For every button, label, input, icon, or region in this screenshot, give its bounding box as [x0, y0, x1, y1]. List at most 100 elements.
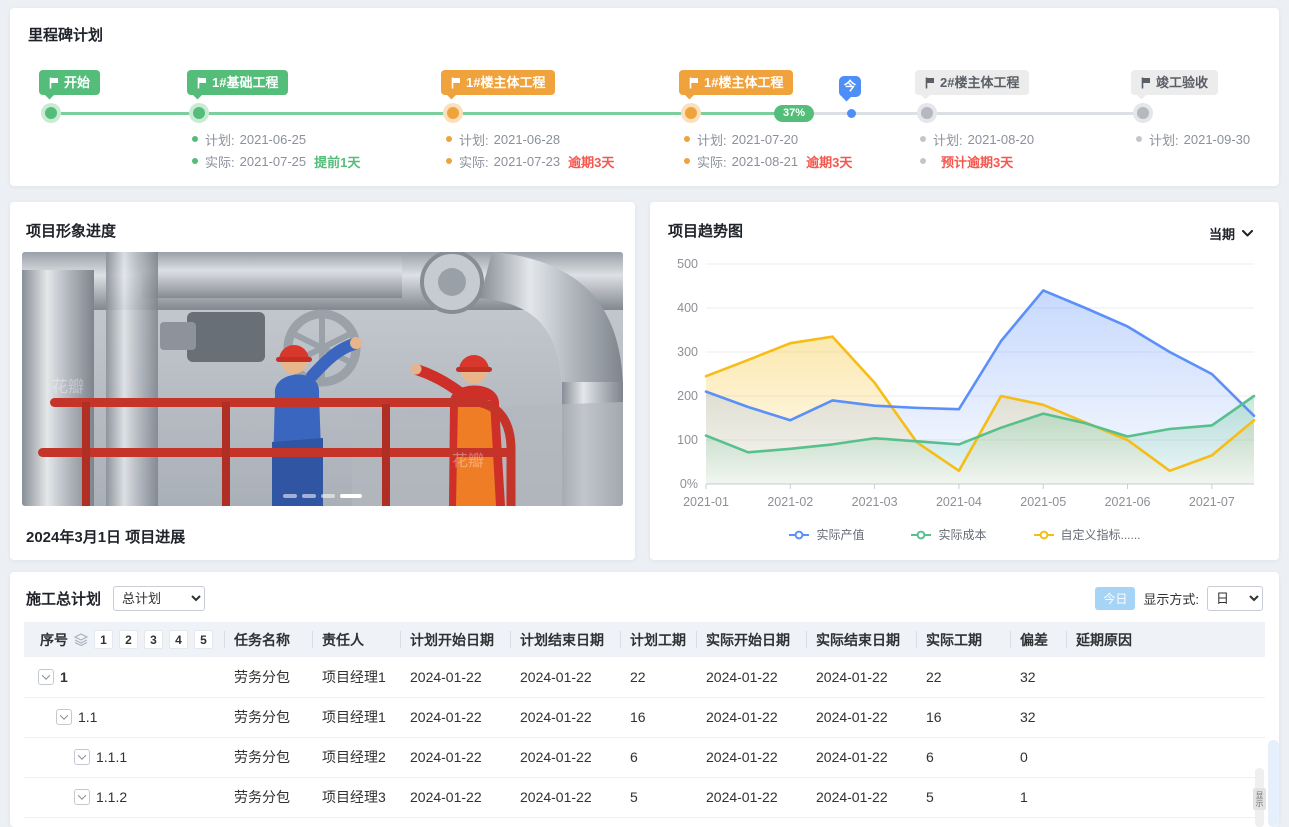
date-status: 逾期3天 [568, 152, 614, 171]
milestone-node-5[interactable] [917, 103, 937, 123]
today-badge: 今 [839, 76, 861, 97]
column-header-label: 计划开始日期 [410, 632, 494, 648]
delay-reason [1066, 697, 1265, 737]
milestone-node-6[interactable] [1133, 103, 1153, 123]
legend-label: 实际成本 [938, 526, 986, 543]
carousel-dots [22, 494, 623, 498]
date-value: 2021-07-20 [732, 132, 799, 147]
expand-toggle-icon[interactable] [38, 669, 54, 685]
date-value: 2021-09-30 [1184, 132, 1251, 147]
carousel-dot-4[interactable] [340, 494, 362, 498]
column-header-label: 延期原因 [1076, 632, 1132, 648]
milestone-node-2[interactable] [189, 103, 209, 123]
expand-toggle-icon[interactable] [74, 789, 90, 805]
carousel-dot-1[interactable] [283, 494, 297, 498]
level-button-4[interactable]: 4 [169, 630, 188, 649]
today-button[interactable]: 今日 [1095, 587, 1135, 610]
date-bullet-icon [920, 158, 926, 164]
actual-end: 2024-01-22 [806, 697, 916, 737]
progress-photo-illustration: 花瓣 花瓣 [22, 252, 623, 506]
legend-marker-icon [910, 530, 932, 540]
milestone-date-row: 计划:2021-07-20 [684, 128, 852, 150]
trend-chart-svg: 5004003002001000%2021-012021-022021-0320… [664, 250, 1264, 518]
milestone-date-row: 计划:2021-06-28 [446, 128, 614, 150]
legend-marker-icon [788, 530, 810, 540]
task-id: 1.1.2 [96, 789, 127, 805]
milestone-date-row: 实际:2021-07-23逾期3天 [446, 150, 614, 172]
level-button-2[interactable]: 2 [119, 630, 138, 649]
milestone-flag-5[interactable]: 2#楼主体工程 [915, 70, 1029, 95]
milestone-node-4[interactable] [681, 103, 701, 123]
date-bullet-icon [920, 136, 926, 142]
watermark-text: 花瓣 [52, 378, 84, 396]
date-bullet-icon [446, 136, 452, 142]
milestone-flag-4[interactable]: 1#楼主体工程 [679, 70, 793, 95]
carousel-dot-3[interactable] [321, 494, 335, 498]
side-vertical-tag[interactable]: 显示 [1253, 788, 1266, 810]
schedule-title: 施工总计划 [26, 588, 101, 609]
plan-start: 2024-01-22 [400, 737, 510, 777]
today-dot [847, 109, 856, 118]
milestone-node-core [921, 107, 933, 119]
level-button-3[interactable]: 3 [144, 630, 163, 649]
owner: 项目经理1 [312, 657, 400, 697]
date-label: 计划: [205, 130, 235, 149]
milestone-flag-6[interactable]: 竣工验收 [1131, 70, 1218, 95]
period-value: 当期 [1209, 224, 1235, 243]
photo-card-title: 项目形象进度 [26, 220, 116, 241]
level-button-5[interactable]: 5 [194, 630, 213, 649]
milestone-flag-3[interactable]: 1#楼主体工程 [441, 70, 555, 95]
milestone-node-core [193, 107, 205, 119]
legend-item-2[interactable]: 实际成本 [910, 526, 986, 543]
task-id: 1 [60, 669, 68, 685]
column-header-8: 实际结束日期 [806, 622, 916, 657]
y-axis-tick: 400 [677, 301, 698, 315]
flag-icon [1141, 77, 1151, 89]
legend-item-1[interactable]: 实际产值 [788, 526, 864, 543]
expand-toggle-icon[interactable] [74, 749, 90, 765]
level-button-1[interactable]: 1 [94, 630, 113, 649]
chevron-down-icon [78, 751, 86, 759]
plan-end: 2024-01-22 [510, 697, 620, 737]
milestone-node-1[interactable] [41, 103, 61, 123]
milestone-flag-1[interactable]: 开始 [39, 70, 100, 95]
actual-days: 22 [916, 657, 1010, 697]
column-header-10: 偏差 [1010, 622, 1066, 657]
date-label: 计划: [1149, 130, 1179, 149]
progress-photo[interactable]: 花瓣 花瓣 [22, 252, 623, 506]
timeline-segment-todo [793, 112, 1143, 115]
milestone-node-core [685, 107, 697, 119]
display-mode-select[interactable]: 日 [1207, 586, 1263, 611]
task-name: 劳务分包 [224, 697, 312, 737]
date-status: 逾期3天 [806, 152, 852, 171]
actual-start: 2024-01-22 [696, 777, 806, 817]
expand-toggle-icon[interactable] [56, 709, 72, 725]
task-id: 1.1.1 [96, 749, 127, 765]
date-value: 2021-08-21 [732, 154, 799, 169]
deviation: 32 [1010, 697, 1066, 737]
date-bullet-icon [192, 136, 198, 142]
y-axis-tick: 100 [677, 433, 698, 447]
page-scrollbar[interactable] [1268, 740, 1279, 827]
flag-icon [689, 77, 699, 89]
flag-icon [451, 77, 461, 89]
display-mode-label: 显示方式: [1143, 589, 1199, 608]
carousel-dot-2[interactable] [302, 494, 316, 498]
plan-type-select[interactable]: 总计划 [113, 586, 205, 611]
seq-cell: 1 [34, 669, 216, 685]
milestone-flag-2[interactable]: 1#基础工程 [187, 70, 288, 95]
flag-icon [925, 77, 935, 89]
milestone-dates: 计划:2021-07-20实际:2021-08-21逾期3天 [684, 128, 852, 172]
legend-item-3[interactable]: 自定义指标...... [1033, 526, 1141, 543]
owner: 项目经理2 [312, 737, 400, 777]
table-row-2: 1.1劳务分包项目经理12024-01-222024-01-22162024-0… [24, 697, 1265, 737]
column-header-6: 计划工期 [620, 622, 696, 657]
date-value: 2021-06-25 [240, 132, 307, 147]
column-header-label: 计划结束日期 [520, 632, 604, 648]
milestone-date-row: 计划: 2021-06-25 [192, 128, 360, 150]
period-dropdown[interactable]: 当期 [1209, 224, 1253, 243]
milestone-dates: 计划: 2021-09-30 [1136, 128, 1250, 150]
date-bullet-icon [192, 158, 198, 164]
milestone-node-3[interactable] [443, 103, 463, 123]
date-bullet-icon [1136, 136, 1142, 142]
